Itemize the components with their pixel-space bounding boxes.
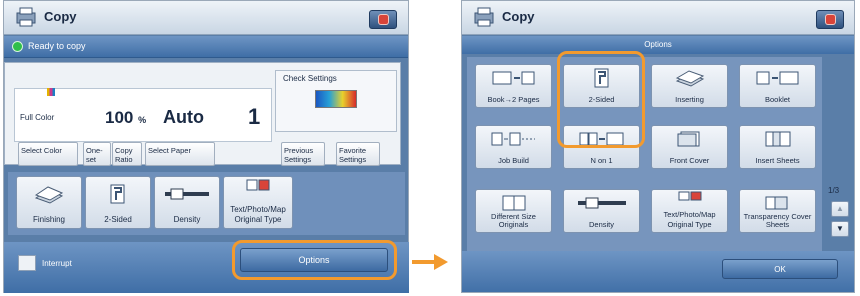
options-screen: Copy Options Book→2 Pages 2-Sided Insert… [461, 0, 855, 293]
ratio-value: 100 [105, 108, 134, 127]
density-label: Density [173, 215, 201, 224]
previous-label-2: Settings [284, 155, 312, 164]
option-booklet[interactable]: Booklet [739, 64, 816, 108]
two-sided-highlight [557, 51, 645, 148]
density-button[interactable]: Density [154, 176, 220, 229]
option-original-type[interactable]: Text/Photo/Map Original Type [651, 189, 728, 233]
original-type-icon [678, 191, 701, 201]
options-header-text: Options [644, 40, 672, 49]
ok-button[interactable]: OK [722, 259, 838, 279]
paper-display: Auto [163, 107, 204, 127]
copy-ratio-display: 100 % [105, 108, 146, 128]
page-indicator: 1/3 [828, 186, 840, 195]
select-paper-label: Select Paper [148, 146, 191, 155]
copy-ratio-label-1: Copy [115, 146, 133, 155]
original-type-icon [246, 179, 270, 191]
one-to-one-label-1: One- [86, 146, 103, 155]
two-sided-icon [110, 184, 125, 204]
insert-sheets-icon [765, 131, 790, 147]
copy-ratio-button[interactable]: Copy Ratio [112, 142, 142, 166]
options-header: Options [462, 36, 854, 54]
booklet-icon [756, 71, 798, 85]
two-sided-button[interactable]: 2-Sided [85, 176, 151, 229]
front-cover-icon [677, 131, 699, 147]
chevron-down-icon: ▼ [836, 224, 844, 233]
stop-icon [379, 15, 388, 24]
inserting-icon [675, 70, 704, 87]
copy-icon [16, 7, 36, 27]
options-screen-title: Copy [502, 9, 535, 24]
select-color-label: Select Color [21, 146, 62, 155]
chevron-up-icon: ▲ [836, 204, 844, 213]
job-build-icon [491, 132, 535, 146]
arrow-icon [412, 254, 448, 270]
original-type-label: Original Type [234, 215, 282, 224]
density-icon [165, 188, 209, 200]
option-label: Insert Sheets [755, 156, 800, 165]
ready-icon [12, 41, 23, 52]
option-front-cover[interactable]: Front Cover [651, 125, 728, 169]
copy-icon-options [474, 7, 494, 27]
option-label: N on 1 [590, 156, 613, 165]
option-transparency-cover-sheets[interactable]: Transparency Cover Sheets [739, 189, 816, 233]
option-label: Book→2 Pages [487, 95, 540, 104]
stop-button[interactable] [369, 10, 397, 29]
options-highlight [232, 240, 397, 280]
title-bar: Copy [4, 1, 408, 35]
option-inserting[interactable]: Inserting [651, 64, 728, 108]
different-size-originals-icon [502, 195, 525, 211]
book-to-two-pages-icon [492, 71, 534, 85]
screen-title: Copy [44, 9, 77, 24]
copy-ratio-label-2: Ratio [115, 155, 133, 164]
option-label: Original Type [667, 220, 712, 229]
previous-label-1: Previous [284, 146, 314, 155]
one-to-one-button[interactable]: One-set [83, 142, 111, 166]
page-up-button[interactable]: ▲ [831, 201, 849, 217]
option-different-size-originals[interactable]: Different Size Originals [475, 189, 552, 233]
color-mode-icon [47, 88, 55, 96]
select-color-button[interactable]: Select Color [18, 142, 78, 166]
option-label: Job Build [498, 156, 529, 165]
color-bar-icon [315, 90, 357, 108]
option-label: Front Cover [669, 156, 710, 165]
favorite-label-2: Settings [339, 155, 367, 164]
status-text: Ready to copy [28, 41, 86, 51]
two-sided-label: 2-Sided [104, 215, 132, 224]
option-label: Density [588, 220, 614, 229]
option-label: Different Size Originals [491, 212, 536, 229]
previous-settings-button[interactable]: Previous Settings [281, 142, 325, 166]
finishing-button[interactable]: Finishing [16, 176, 82, 229]
option-label: Transparency Cover Sheets [743, 212, 812, 229]
interrupt-icon [18, 255, 36, 271]
stop-button-options[interactable] [816, 10, 844, 29]
option-sub-label: Text/Photo/Map [663, 210, 716, 219]
color-mode-text: Full Color [20, 113, 55, 122]
density-icon [577, 197, 626, 209]
title-bar-options: Copy [462, 1, 854, 35]
interrupt-button[interactable]: Interrupt [42, 259, 72, 268]
option-label: Booklet [764, 95, 791, 104]
one-to-one-label-2: set [86, 155, 97, 164]
original-type-sub-label: Text/Photo/Map [230, 205, 286, 214]
finishing-label: Finishing [32, 215, 65, 224]
option-label: Inserting [675, 95, 704, 104]
option-job-build[interactable]: Job Build [475, 125, 552, 169]
check-settings-label: Check Settings [283, 74, 337, 83]
stop-icon-options [826, 15, 835, 24]
favorite-label-1: Favorite [339, 146, 367, 155]
copies-count: 1 [248, 104, 261, 129]
select-paper-button[interactable]: Select Paper [145, 142, 215, 166]
transparency-cover-sheets-icon [765, 196, 787, 210]
favorite-settings-button[interactable]: Favorite Settings [336, 142, 380, 166]
option-density[interactable]: Density [563, 189, 640, 233]
finishing-icon [34, 186, 64, 204]
original-type-button[interactable]: Text/Photo/Map Original Type [223, 176, 293, 229]
ratio-unit: % [138, 115, 147, 125]
option-book-to-two-pages[interactable]: Book→2 Pages [475, 64, 552, 108]
page-down-button[interactable]: ▼ [831, 221, 849, 237]
status-bar: Ready to copy [4, 36, 408, 58]
option-insert-sheets[interactable]: Insert Sheets [739, 125, 816, 169]
